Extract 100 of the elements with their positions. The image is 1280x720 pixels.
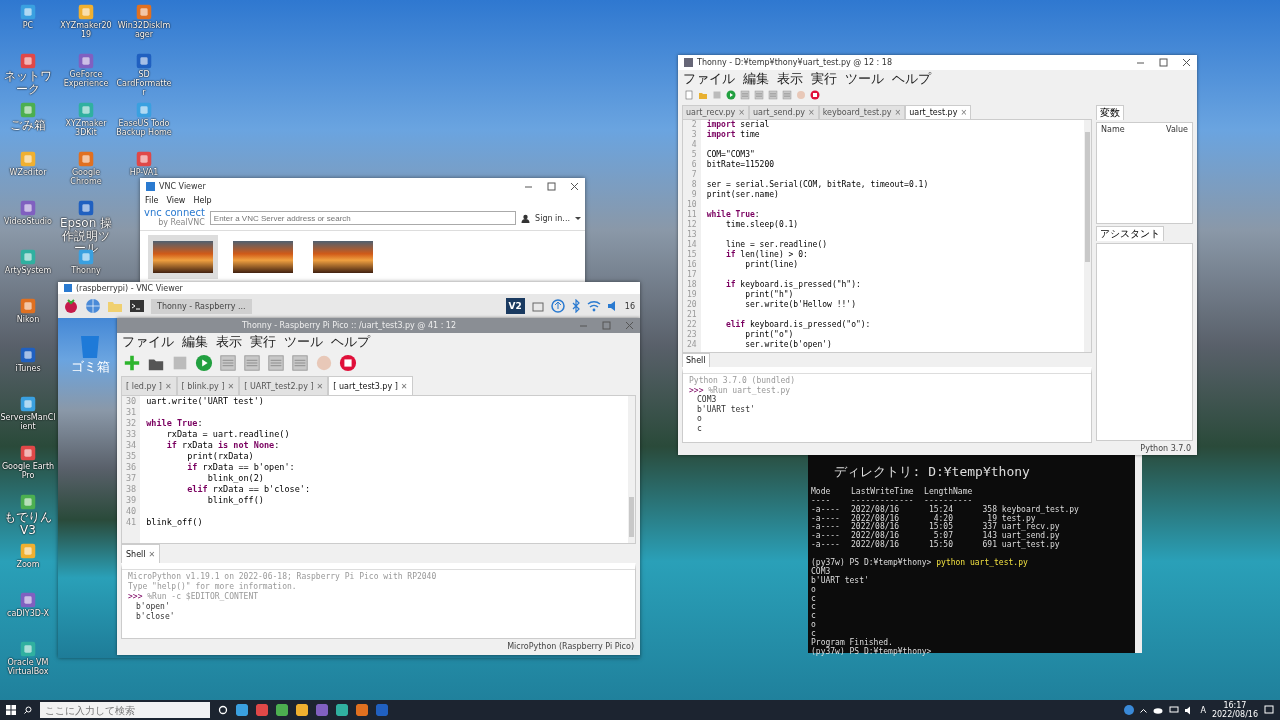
icon-label[interactable]: ServersManClient (0, 413, 56, 431)
connection-card[interactable] (148, 235, 218, 279)
notification-icon[interactable] (1264, 705, 1274, 715)
run-icon[interactable] (195, 354, 213, 372)
taskbar-app-icon[interactable] (316, 704, 328, 716)
icon-label[interactable]: PC (22, 21, 34, 30)
editor-tab[interactable]: [ uart_test3.py ] ✕ (328, 376, 413, 395)
variables-tab[interactable]: 変数 (1096, 105, 1124, 120)
icon-label[interactable]: Nikon (16, 315, 40, 324)
scrollbar[interactable] (1084, 120, 1091, 352)
icon-label[interactable]: Thonny (71, 266, 101, 275)
menu-item[interactable]: 編集 (743, 69, 769, 88)
caret-icon[interactable] (575, 215, 581, 221)
taskbar-app-icon[interactable] (276, 704, 288, 716)
ime-indicator[interactable]: A (1200, 705, 1206, 715)
code-editor[interactable] (682, 119, 1092, 353)
shell-tab[interactable]: Shell ✕ (121, 544, 161, 563)
shell-tab[interactable]: Shell (682, 353, 710, 367)
debug-icon[interactable] (219, 354, 237, 372)
menu-item[interactable]: ファイル (122, 332, 174, 351)
bluetooth-icon[interactable] (570, 299, 581, 313)
debug-icon[interactable] (740, 90, 750, 100)
icon-label[interactable]: もでりんV3 (0, 511, 56, 536)
menu-item[interactable]: File (145, 195, 159, 205)
terminal-icon[interactable] (129, 298, 145, 314)
maximize-icon[interactable] (547, 181, 556, 191)
run-icon[interactable] (726, 90, 736, 100)
close-icon[interactable] (570, 181, 579, 191)
step-icon[interactable] (243, 354, 261, 372)
tab-close-button[interactable]: ✕ (227, 381, 235, 391)
tab-close-button[interactable]: × (960, 108, 968, 117)
code-editor[interactable] (121, 395, 636, 544)
scrollbar[interactable] (628, 396, 635, 543)
vnc-badge[interactable]: V2 (505, 298, 525, 314)
cloud-icon[interactable] (1153, 706, 1164, 714)
icon-label[interactable]: Oracle VM VirtualBox (0, 658, 56, 676)
network-icon[interactable] (1169, 706, 1180, 714)
shell-panel[interactable]: Python 3.7.0 (bundled) >>> %Run uart_test.py COM3 b'UART test' o c (682, 367, 1092, 443)
taskbar-app-icon[interactable] (336, 704, 348, 716)
maximize-icon[interactable] (602, 321, 611, 330)
taskbar-app-icon[interactable] (256, 704, 268, 716)
menu-item[interactable]: 実行 (811, 69, 837, 88)
icon-label[interactable]: Win32DiskImager (116, 21, 172, 39)
tab-close-button[interactable]: ✕ (400, 381, 408, 391)
menu-item[interactable]: ツール (845, 69, 884, 88)
windows-logo-icon[interactable] (6, 705, 16, 715)
tab-close-button[interactable]: × (738, 108, 745, 117)
editor-tab[interactable]: uart_test.py × (905, 105, 972, 119)
caret-icon[interactable] (1140, 707, 1148, 713)
assistant-tab[interactable]: アシスタント (1096, 226, 1164, 241)
menu-item[interactable]: 表示 (777, 69, 803, 88)
tab-close-button[interactable]: ✕ (164, 381, 172, 391)
clock-time[interactable]: 16:17 (1211, 701, 1258, 710)
step-icon[interactable] (768, 90, 778, 100)
shell-panel[interactable]: MicroPython v1.19.1 on 2022-06-18; Raspberry Pi Pico with RP2040 Type "help()" for more information. >>> %Run -c $EDITOR_CONTENT b'open' b'close' (121, 563, 636, 639)
user-icon[interactable] (521, 213, 531, 223)
close-icon[interactable] (1182, 58, 1191, 67)
tab-close-button[interactable]: ✕ (316, 381, 324, 391)
new-file-icon[interactable] (684, 90, 694, 100)
editor-tab[interactable]: uart_recv.py × (682, 105, 749, 119)
editor-tab[interactable]: uart_send.py × (749, 105, 819, 119)
stop-icon[interactable] (810, 90, 820, 100)
editor-tab[interactable]: [ blink.py ] ✕ (176, 376, 240, 395)
step-icon[interactable] (291, 354, 309, 372)
wifi-icon[interactable] (586, 299, 601, 313)
taskbar-app-icon[interactable] (356, 704, 368, 716)
search-field[interactable]: ここに入力して検索 (40, 702, 210, 718)
search-field[interactable]: Enter a VNC Server address or search (209, 211, 517, 225)
tab-close-button[interactable]: × (894, 108, 902, 117)
editor-tab[interactable]: [ led.py ] ✕ (121, 376, 177, 395)
step-icon[interactable] (267, 354, 285, 372)
step-icon[interactable] (754, 90, 764, 100)
menu-item[interactable]: ヘルプ (331, 332, 370, 351)
editor-tab[interactable]: keyboard_test.py × (818, 105, 906, 119)
save-icon[interactable] (171, 354, 189, 372)
taskbar-app-icon[interactable] (236, 704, 248, 716)
upload-icon[interactable] (550, 299, 565, 313)
help-icon[interactable] (1124, 705, 1135, 715)
clock-date[interactable]: 2022/08/16 (1211, 710, 1258, 719)
sign-in-button[interactable]: Sign in... (535, 213, 570, 223)
trash-icon[interactable] (79, 334, 101, 358)
icon-label[interactable]: iTunes (15, 364, 41, 373)
save-icon[interactable] (712, 90, 722, 100)
menu-item[interactable]: ファイル (683, 69, 735, 88)
tab-close-button[interactable]: × (808, 108, 815, 117)
taskbar-button[interactable]: Thonny - Raspberry ... (151, 298, 252, 314)
icon-label[interactable]: ArtySystem (4, 266, 52, 275)
menu-item[interactable]: ヘルプ (892, 69, 931, 88)
raspberry-icon[interactable] (63, 298, 79, 314)
menu-item[interactable]: ツール (284, 332, 323, 351)
icon-label[interactable]: Google Earth Pro (0, 462, 56, 480)
menu-item[interactable]: 表示 (216, 332, 242, 351)
editor-tab[interactable]: [ UART_test2.py ] ✕ (239, 376, 329, 395)
maximize-icon[interactable] (1159, 58, 1168, 67)
icon-label[interactable]: XYZmaker2019 (58, 21, 114, 39)
menu-item[interactable]: View (166, 195, 186, 205)
stop-icon[interactable] (339, 354, 357, 372)
step-icon[interactable] (782, 90, 792, 100)
menu-item[interactable]: Help (193, 195, 212, 205)
taskbar-app-icon[interactable] (296, 704, 308, 716)
